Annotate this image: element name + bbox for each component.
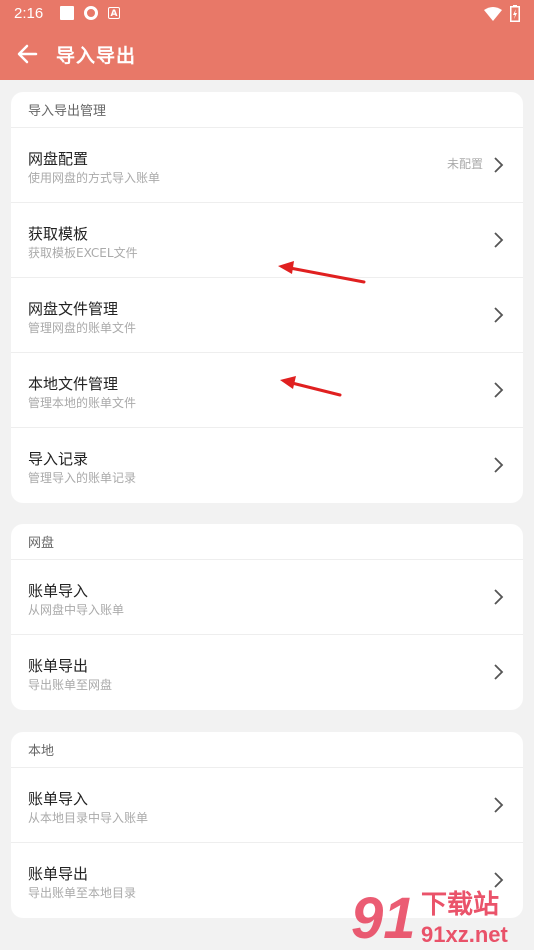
chevron-right-icon (494, 589, 504, 605)
status-time: 2:16 (14, 5, 44, 22)
list-item-import-records[interactable]: 导入记录 管理导入的账单记录 (11, 428, 523, 503)
watermark-logo: 91 下载站 91xz.net (351, 886, 508, 950)
item-title: 账单导出 (28, 657, 89, 675)
item-title: 账单导出 (28, 865, 89, 883)
app-bar: 导入导出 (0, 28, 534, 80)
chevron-right-icon (494, 232, 504, 248)
status-notification-icons: A (60, 6, 120, 20)
chevron-right-icon (494, 307, 504, 323)
item-title: 网盘文件管理 (28, 300, 119, 318)
watermark-brand: 下载站 (421, 890, 499, 920)
section-header: 本地 (11, 732, 523, 768)
list-item-cloud-bill-import[interactable]: 账单导入 从网盘中导入账单 (11, 560, 523, 635)
chevron-right-icon (494, 797, 504, 813)
section-header: 导入导出管理 (11, 92, 523, 128)
list-item-get-template[interactable]: 获取模板 获取模板EXCEL文件 (11, 203, 523, 278)
list-item-local-file-management[interactable]: 本地文件管理 管理本地的账单文件 (11, 353, 523, 428)
chevron-right-icon (494, 157, 504, 173)
item-title: 获取模板 (28, 225, 89, 243)
status-bar: 2:16 A (0, 0, 534, 28)
item-subtitle: 从本地目录中导入账单 (28, 811, 149, 825)
item-subtitle: 导出账单至网盘 (28, 678, 113, 692)
back-arrow-icon[interactable] (14, 40, 42, 68)
notification-app-icon (84, 6, 98, 20)
item-subtitle: 导出账单至本地目录 (28, 886, 137, 900)
list-item-cloud-bill-export[interactable]: 账单导出 导出账单至网盘 (11, 635, 523, 710)
item-title: 导入记录 (28, 450, 89, 468)
chevron-right-icon (494, 664, 504, 680)
section-header: 网盘 (11, 524, 523, 560)
watermark-site: 91xz.net (421, 922, 508, 947)
item-status-value: 未配置 (446, 157, 483, 171)
section-import-export-management: 导入导出管理 网盘配置 使用网盘的方式导入账单 未配置 获取模板 获取模板EXC… (11, 92, 523, 503)
notification-a-icon: A (108, 7, 120, 19)
list-item-local-bill-import[interactable]: 账单导入 从本地目录中导入账单 (11, 768, 523, 843)
section-cloud: 网盘 账单导入 从网盘中导入账单 账单导出 导出账单至网盘 (11, 524, 523, 710)
status-system-icons (484, 5, 520, 22)
chevron-right-icon (494, 457, 504, 473)
item-title: 账单导入 (28, 582, 89, 600)
item-subtitle: 使用网盘的方式导入账单 (28, 171, 161, 185)
item-subtitle: 从网盘中导入账单 (28, 603, 125, 617)
chevron-right-icon (494, 382, 504, 398)
item-title: 网盘配置 (28, 150, 89, 168)
svg-text:91: 91 (351, 886, 416, 950)
list-item-cloud-file-management[interactable]: 网盘文件管理 管理网盘的账单文件 (11, 278, 523, 353)
item-subtitle: 获取模板EXCEL文件 (28, 246, 138, 260)
list-item-cloud-config[interactable]: 网盘配置 使用网盘的方式导入账单 未配置 (11, 128, 523, 203)
item-subtitle: 管理导入的账单记录 (28, 471, 137, 485)
page-title: 导入导出 (56, 45, 137, 67)
item-title: 账单导入 (28, 790, 89, 808)
item-title: 本地文件管理 (28, 375, 119, 393)
item-subtitle: 管理本地的账单文件 (28, 396, 137, 410)
wifi-icon (484, 6, 502, 21)
item-subtitle: 管理网盘的账单文件 (28, 321, 137, 335)
notification-square-icon (60, 6, 74, 20)
battery-icon (510, 5, 520, 22)
